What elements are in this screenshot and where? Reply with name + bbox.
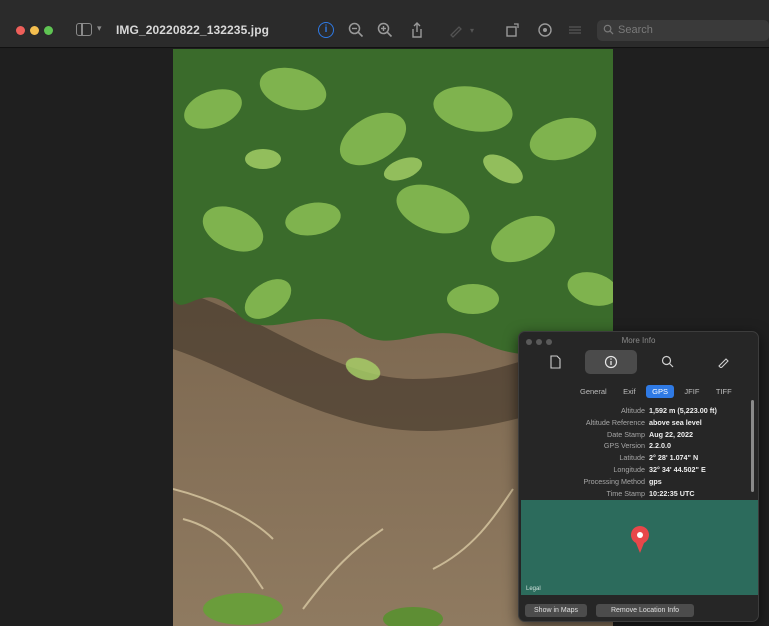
metadata-row: Altitude Reference above sea level: [519, 417, 758, 429]
zoom-window-button[interactable]: [44, 26, 53, 35]
metadata-key: Time Stamp: [606, 488, 645, 498]
search-icon: [603, 24, 614, 35]
metadata-key: Latitude: [619, 453, 645, 463]
window-toolbar: ▾ IMG_20220822_132235.jpg i ▾ Search: [0, 0, 769, 48]
metadata-key: GPS Version: [603, 441, 645, 451]
scrollbar[interactable]: [751, 400, 754, 492]
inspector-tabs: [529, 350, 750, 374]
metadata-key: Altitude Reference: [585, 417, 645, 427]
tab-markup[interactable]: [697, 350, 749, 374]
minimize-window-button[interactable]: [30, 26, 39, 35]
metadata-key: Longitude: [613, 464, 645, 474]
metadata-row: Latitude 2° 28' 1.074" N: [519, 452, 758, 464]
segment-jfif[interactable]: JFIF: [678, 385, 705, 398]
rotate-icon[interactable]: [505, 22, 521, 38]
tab-info[interactable]: [585, 350, 637, 374]
metadata-value: 32° 34' 44.502" E: [649, 464, 706, 474]
tab-search[interactable]: [641, 350, 693, 374]
metadata-key: Date Stamp: [607, 429, 645, 439]
metadata-row: Longitude 32° 34' 44.502" E: [519, 464, 758, 476]
chevron-down-icon[interactable]: ▾: [470, 26, 486, 42]
metadata-value: 1,592 m (5,223.00 ft): [649, 406, 717, 415]
metadata-key: Altitude: [621, 406, 645, 415]
info-icon[interactable]: i: [318, 22, 334, 38]
zoom-in-icon[interactable]: [377, 22, 393, 38]
document-icon: [550, 355, 561, 369]
metadata-row: Altitude 1,592 m (5,223.00 ft): [519, 405, 758, 417]
metadata-value: Aug 22, 2022: [649, 429, 693, 439]
segment-general[interactable]: General: [574, 385, 613, 398]
remove-location-info-button[interactable]: Remove Location Info: [596, 604, 694, 617]
metadata-value: above sea level: [649, 417, 702, 427]
highlight-icon[interactable]: [567, 22, 583, 38]
gps-metadata-list: Altitude 1,592 m (5,223.00 ft) Altitude R…: [519, 405, 758, 500]
sidebar-icon[interactable]: [76, 23, 92, 36]
location-map[interactable]: Legal: [521, 500, 758, 595]
search-icon: [661, 355, 673, 368]
chevron-down-icon[interactable]: ▾: [97, 23, 102, 34]
metadata-row: Processing Method gps: [519, 476, 758, 488]
metadata-row: GPS Version 2.2.0.0: [519, 440, 758, 452]
info-icon: [604, 355, 618, 369]
document-title: IMG_20220822_132235.jpg: [116, 23, 270, 37]
segment-gps[interactable]: GPS: [646, 385, 674, 398]
map-pin-icon: [631, 525, 649, 553]
metadata-value: gps: [649, 476, 662, 486]
metadata-value: 2° 28' 1.074" N: [649, 453, 699, 463]
map-legal-link[interactable]: Legal: [526, 586, 541, 592]
crop-icon[interactable]: [537, 22, 553, 38]
markup-icon[interactable]: [448, 22, 464, 38]
metadata-segmented-control: General Exif GPS JFIF TIFF: [574, 381, 738, 398]
metadata-row: Time Stamp 10:22:35 UTC: [519, 488, 758, 500]
inspector-title: More Info: [621, 336, 656, 345]
close-window-button[interactable]: [16, 26, 25, 35]
metadata-row: Date Stamp Aug 22, 2022: [519, 429, 758, 441]
share-icon[interactable]: [409, 22, 425, 38]
segment-tiff[interactable]: TIFF: [710, 385, 738, 398]
metadata-value: 10:22:35 UTC: [649, 488, 695, 498]
tab-general[interactable]: [529, 350, 581, 374]
metadata-value: 2.2.0.0: [649, 441, 671, 451]
inspector-panel: More Info General Exif GPS JFIF TIFF Alt…: [518, 331, 759, 622]
metadata-key: Processing Method: [583, 476, 645, 486]
segment-exif[interactable]: Exif: [617, 385, 642, 398]
search-field[interactable]: Search: [597, 20, 769, 41]
zoom-out-icon[interactable]: [348, 22, 364, 38]
search-placeholder: Search: [618, 24, 653, 36]
pen-icon: [717, 358, 729, 369]
show-in-maps-button[interactable]: Show in Maps: [525, 604, 587, 617]
